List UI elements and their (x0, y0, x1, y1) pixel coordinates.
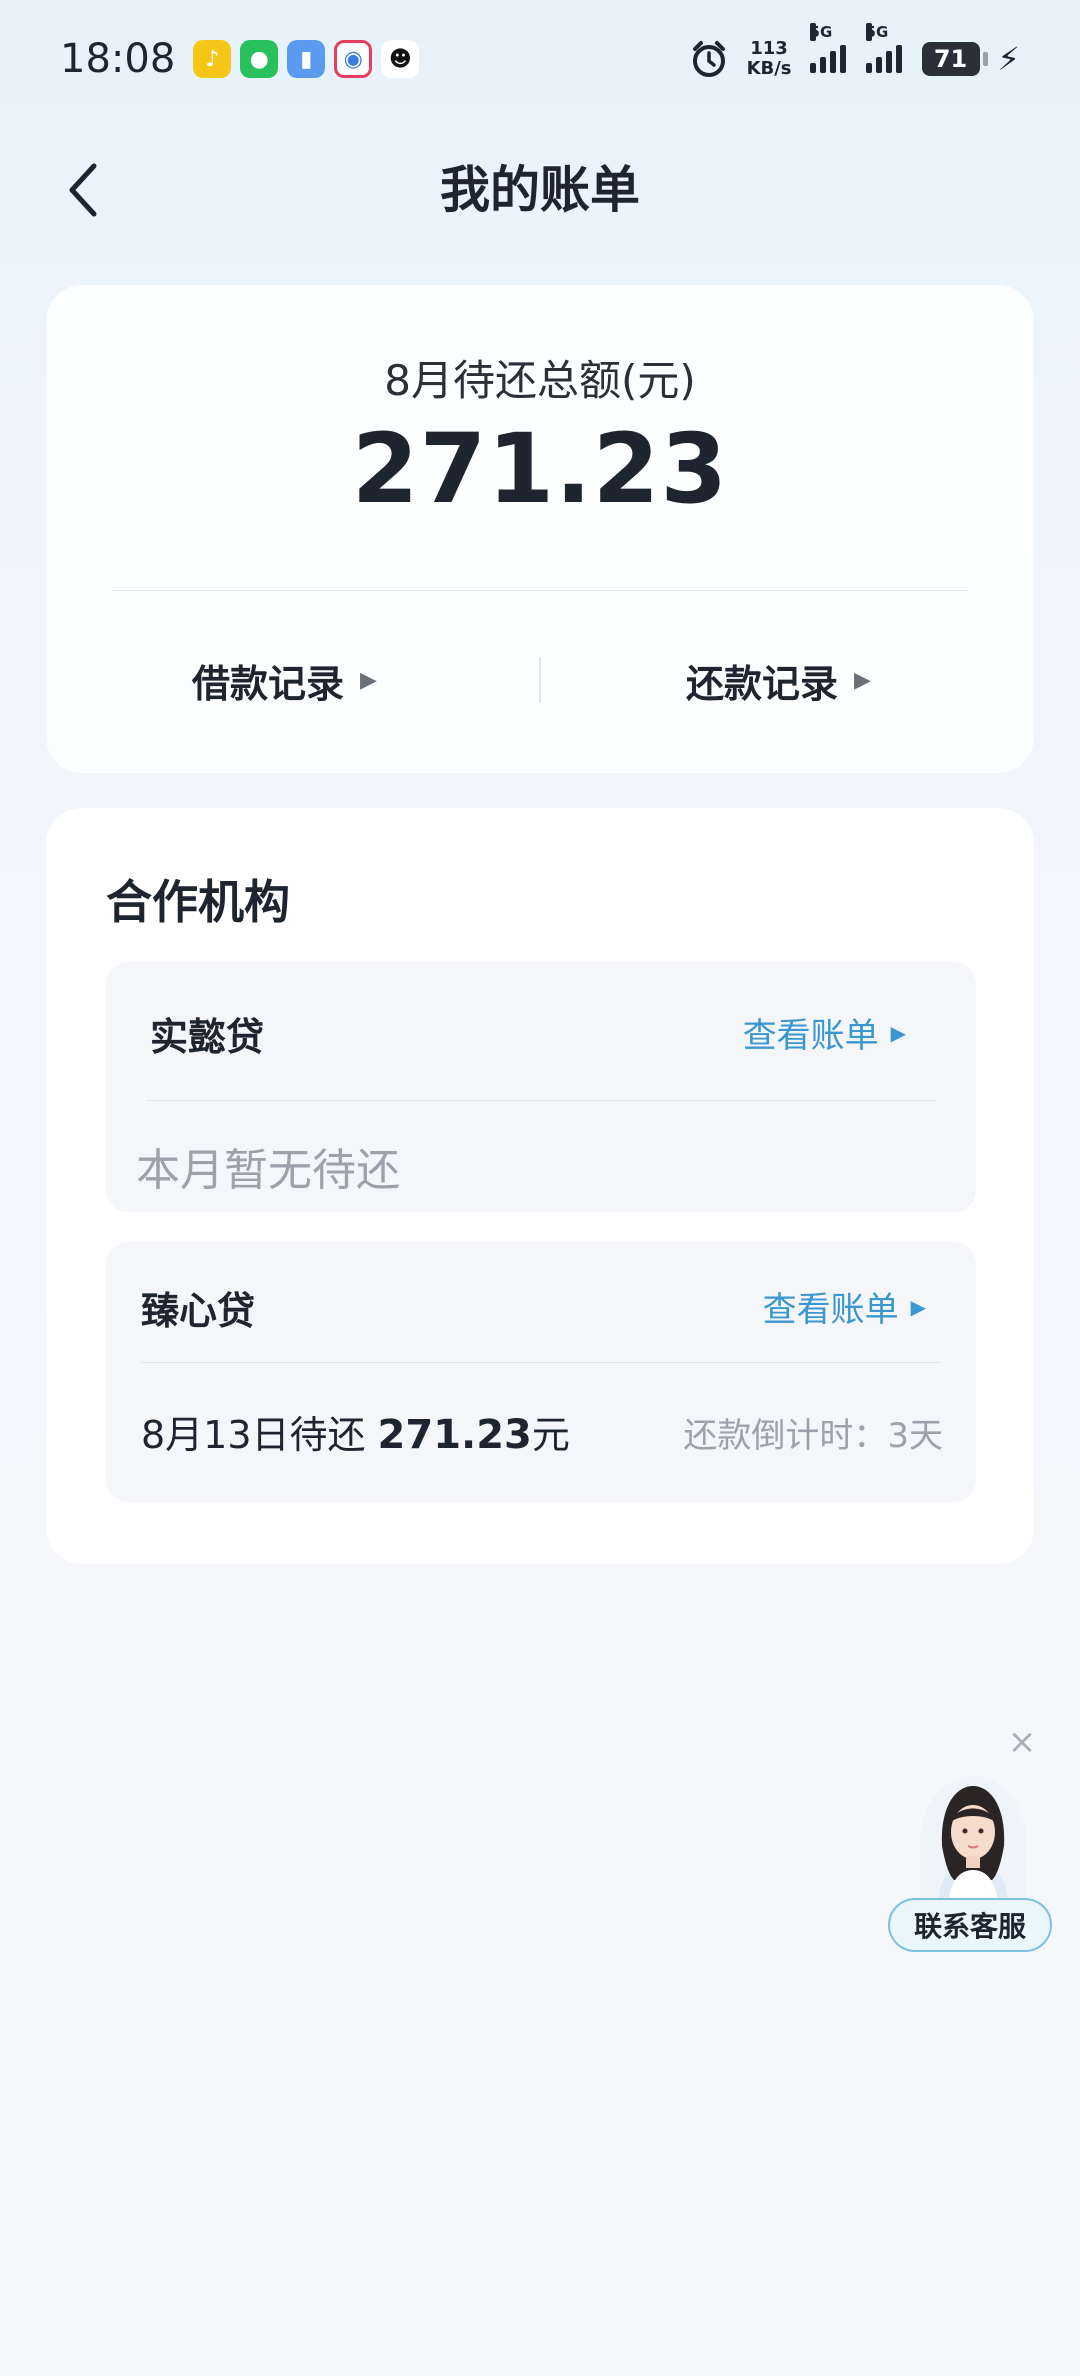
repay-countdown: 还款倒计时：3天 (683, 1416, 943, 1456)
lender-name: 臻心贷 (141, 1289, 256, 1333)
page: 18:08 ♪ ● ▮ ◉ ☻ 113 KB/s 5G 5G 71 ⚡ 我的账单… (0, 0, 1080, 2376)
divider (146, 1100, 936, 1101)
signal-1-icon: 5G (809, 23, 850, 73)
caret-right-icon: ▶ (890, 1020, 906, 1045)
status-indicators: 113 KB/s 5G 5G 71 ⚡ (689, 23, 1020, 79)
alarm-icon (692, 41, 725, 77)
summary-label: 8月待还总额(元) (384, 356, 696, 405)
network-speed-value: 113 (750, 38, 788, 59)
due-amount: 271.23 (377, 1412, 532, 1458)
repay-record-label: 还款记录 (686, 661, 839, 706)
due-unit: 元 (531, 1413, 570, 1457)
status-time: 18:08 (60, 36, 176, 82)
network-speed-unit: KB/s (746, 58, 792, 79)
network-speed: 113 KB/s (747, 39, 792, 79)
section-title: 合作机构 (106, 875, 290, 929)
view-bill-label: 查看账单 (742, 1016, 879, 1056)
borrow-record-label: 借款记录 (192, 661, 345, 706)
battery-level: 71 (933, 45, 968, 73)
due-date-text: 8月13日待还 (141, 1413, 366, 1457)
summary-card: 8月待还总额(元) 271.23 借款记录 ▶ 还款记录 ▶ (46, 285, 1034, 773)
view-bill-link[interactable]: 查看账单 ▶ (763, 1282, 926, 1331)
charging-icon: ⚡ (997, 40, 1020, 78)
battery-icon: 71 (921, 42, 988, 76)
contact-service-label: 联系客服 (913, 1910, 1026, 1943)
nav-bar: 我的账单 (0, 140, 1080, 240)
divider (539, 657, 541, 703)
music-app-icon: ♪ (193, 40, 232, 78)
partners-card: 合作机构 实懿贷 查看账单 ▶ 本月暂无待还 臻心贷 查看账单 ▶ 8月13日待… (46, 808, 1034, 1564)
view-bill-label: 查看账单 (762, 1290, 899, 1330)
lender-card: 实懿贷 查看账单 ▶ 本月暂无待还 (106, 962, 976, 1212)
qq-icon: ☻ (381, 40, 420, 78)
file-app-icon: ▮ (287, 40, 326, 78)
divider (112, 590, 968, 591)
caret-right-icon: ▶ (910, 1294, 926, 1319)
view-bill-link[interactable]: 查看账单 ▶ (743, 1008, 906, 1057)
lender-name: 实懿贷 (150, 1015, 265, 1059)
caret-right-icon: ▶ (360, 667, 377, 693)
signal-1-label: 5G (809, 23, 833, 41)
close-icon[interactable]: × (1004, 1722, 1040, 1762)
no-due-text: 本月暂无待还 (136, 1145, 400, 1196)
video-app-icon: ◉ (334, 40, 373, 78)
divider (141, 1362, 941, 1363)
due-info: 8月13日待还 271.23 元 (141, 1404, 570, 1459)
borrow-record-link[interactable]: 借款记录 ▶ (192, 650, 377, 710)
lender-card: 臻心贷 查看账单 ▶ 8月13日待还 271.23 元 还款倒计时：3天 (106, 1242, 976, 1502)
avatar-illustration (920, 1776, 1026, 1906)
status-bar: 18:08 ♪ ● ▮ ◉ ☻ 113 KB/s 5G 5G 71 ⚡ (0, 0, 1080, 118)
page-title: 我的账单 (440, 161, 640, 219)
repay-record-link[interactable]: 还款记录 ▶ (686, 650, 871, 710)
contact-service-button[interactable]: 联系客服 (888, 1898, 1052, 1952)
summary-amount: 271.23 (351, 413, 729, 525)
signal-2-label: 5G (865, 23, 889, 41)
signal-2-icon: 5G (865, 23, 906, 73)
wechat-icon: ● (240, 40, 279, 78)
caret-right-icon: ▶ (854, 667, 871, 693)
customer-service-avatar[interactable] (920, 1776, 1026, 1906)
